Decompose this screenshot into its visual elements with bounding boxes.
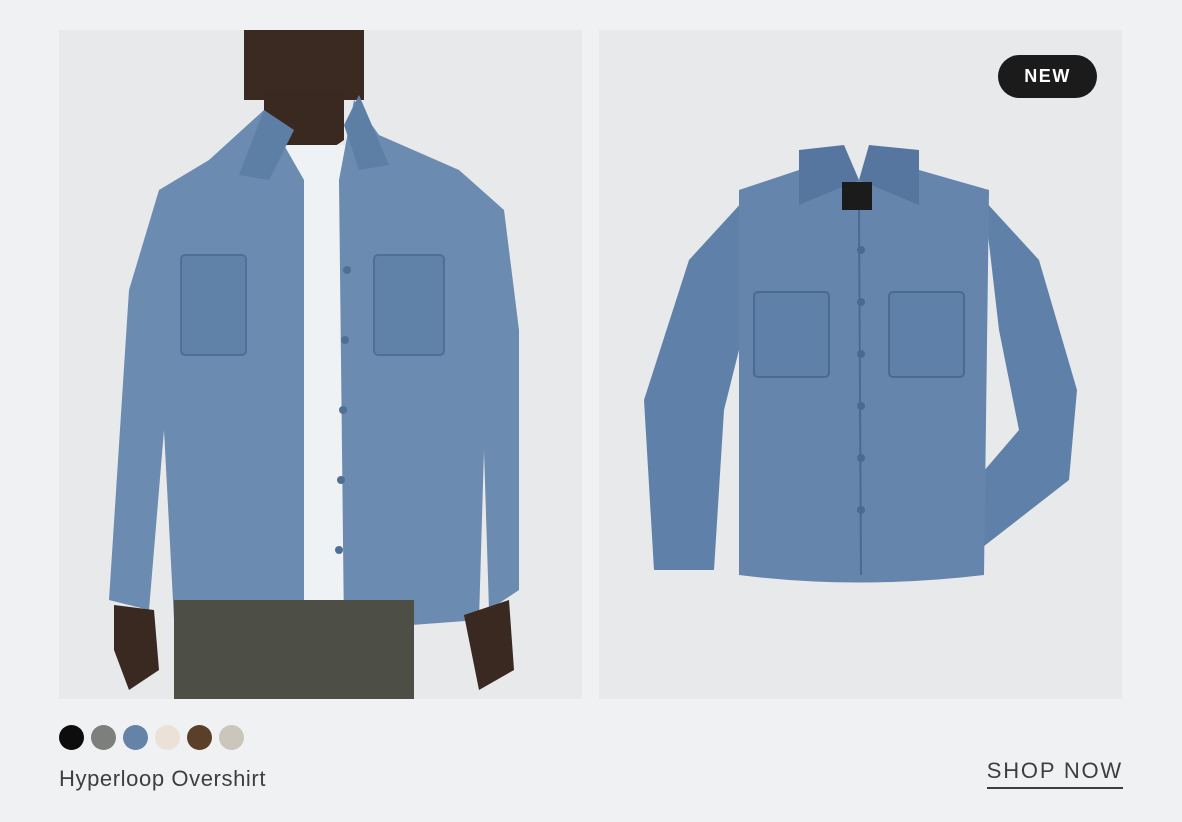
color-swatches xyxy=(59,725,244,750)
brand-tag xyxy=(842,182,872,210)
swatch-black[interactable] xyxy=(59,725,84,750)
product-image-model[interactable] xyxy=(59,30,582,699)
product-name[interactable]: Hyperloop Overshirt xyxy=(59,766,266,792)
flat-shirt-photo xyxy=(644,145,1077,583)
swatch-grey[interactable] xyxy=(91,725,116,750)
swatch-brown[interactable] xyxy=(187,725,212,750)
product-image-flat[interactable]: NEW xyxy=(599,30,1122,699)
pocket-left xyxy=(180,254,247,356)
sleeve-left xyxy=(644,200,749,570)
swatch-stone[interactable] xyxy=(219,725,244,750)
swatch-cream[interactable] xyxy=(155,725,180,750)
shirt-left-side xyxy=(109,110,304,630)
swatch-blue[interactable] xyxy=(123,725,148,750)
hand-right xyxy=(464,600,514,690)
pocket-right xyxy=(373,254,445,356)
model-pants xyxy=(174,600,414,699)
shop-now-link[interactable]: SHOP NOW xyxy=(986,758,1123,789)
model-face xyxy=(244,30,364,100)
pocket-left xyxy=(753,291,830,378)
pocket-right xyxy=(888,291,965,378)
shirt-right-side xyxy=(339,100,519,630)
hand-left xyxy=(114,605,159,690)
model-photo xyxy=(109,30,519,699)
new-badge: NEW xyxy=(998,55,1097,98)
